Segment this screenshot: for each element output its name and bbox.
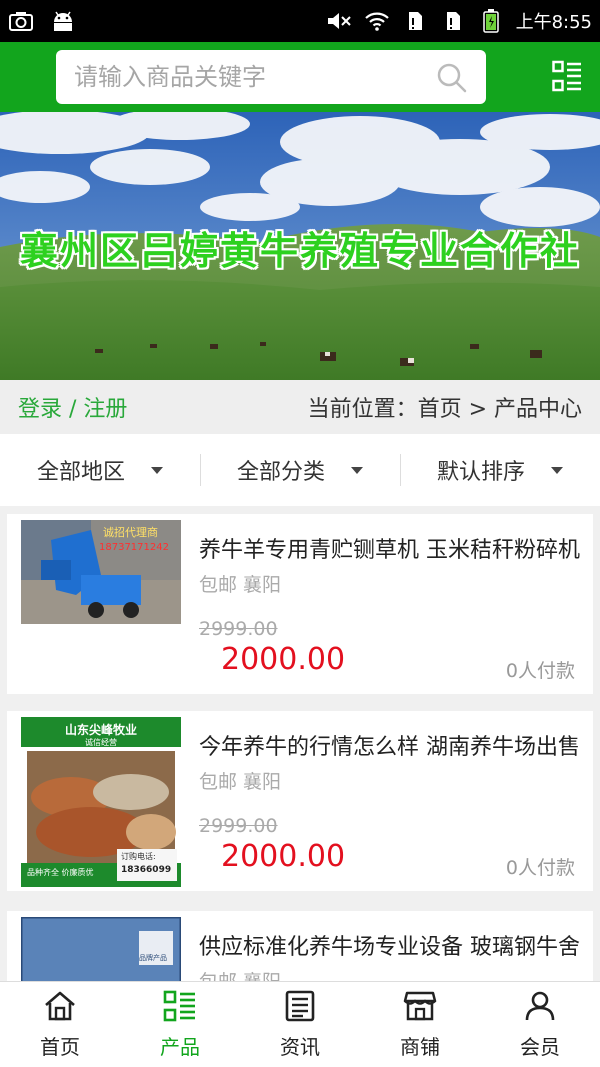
filter-region[interactable]: 全部地区: [0, 450, 200, 490]
thumb-caption: 诚招代理商: [103, 526, 158, 539]
store-icon: [403, 990, 437, 1027]
filter-sort-label: 默认排序: [436, 460, 525, 485]
thumb-caption: 品牌产品: [139, 954, 167, 962]
wifi-icon: [364, 10, 390, 32]
nav-home[interactable]: 首页: [0, 982, 120, 1067]
nav-member-label: 会员: [520, 1034, 560, 1059]
nav-store[interactable]: 商铺: [360, 982, 480, 1067]
mute-icon: [326, 10, 352, 32]
sim1-icon: [402, 10, 428, 32]
product-price: 2000.00: [221, 642, 346, 677]
search-input[interactable]: [74, 63, 424, 91]
product-image: 品牌产品: [21, 917, 181, 981]
caret-down-icon: [351, 466, 363, 474]
product-list: 诚招代理商 18737171242 养牛羊专用青贮铡草机 玉米秸秆粉碎机 包邮 …: [0, 506, 600, 981]
product-title[interactable]: 供应标准化养牛场专业设备 玻璃钢牛舍: [199, 929, 583, 961]
product-card[interactable]: 诚招代理商 18737171242 养牛羊专用青贮铡草机 玉米秸秆粉碎机 包邮 …: [7, 514, 593, 694]
filter-category[interactable]: 全部分类: [200, 450, 400, 490]
product-meta: 包邮 襄阳: [199, 967, 281, 981]
product-card[interactable]: 山东尖峰牧业 诚信经营 品种齐全 价廉质优 订购电话: 18366099 今年养…: [7, 711, 593, 891]
location-bar: 登录 / 注册 当前位置：首页 > 产品中心: [0, 380, 600, 434]
breadcrumb: 当前位置：首页 > 产品中心: [307, 397, 582, 422]
nav-news[interactable]: 资讯: [240, 982, 360, 1067]
app-header: [0, 42, 600, 112]
product-paid-count: 0人付款: [505, 857, 575, 879]
filter-region-label: 全部地区: [36, 460, 125, 485]
search-icon[interactable]: [436, 62, 468, 98]
member-icon: [523, 990, 557, 1027]
product-original-price: 2999.00: [199, 618, 278, 640]
status-bar: 上午8:55: [0, 0, 600, 42]
nav-home-label: 首页: [40, 1034, 80, 1059]
nav-news-label: 资讯: [280, 1034, 320, 1059]
login-register-link[interactable]: 登录 / 注册: [18, 391, 127, 423]
caret-down-icon: [551, 466, 563, 474]
product-title[interactable]: 今年养牛的行情怎么样 湖南养牛场出售: [199, 729, 583, 761]
nav-store-label: 商铺: [400, 1034, 440, 1059]
battery-icon: [478, 9, 504, 33]
nav-member[interactable]: 会员: [480, 982, 600, 1067]
category-menu-icon[interactable]: [552, 60, 582, 96]
bottom-nav: 首页 产品 资讯 商铺 会员: [0, 981, 600, 1067]
banner[interactable]: 襄州区吕婷黄牛养殖专业合作社: [0, 112, 600, 380]
filter-sort[interactable]: 默认排序: [400, 450, 600, 490]
android-icon: [50, 10, 76, 32]
product-paid-count: 0人付款: [505, 660, 575, 682]
thumb-caption: 诚信经营: [85, 738, 117, 747]
thumb-caption: 订购电话:: [121, 852, 156, 861]
product-meta: 包邮 襄阳: [199, 574, 282, 596]
product-original-price: 2999.00: [199, 815, 278, 837]
product-image: 诚招代理商 18737171242: [21, 520, 181, 624]
thumb-caption: 18737171242: [99, 542, 169, 553]
thumb-caption: 品种齐全 价廉质优: [27, 868, 94, 877]
thumb-caption: 18366099: [121, 865, 172, 875]
products-icon: [163, 990, 197, 1027]
search-box[interactable]: [56, 50, 486, 104]
news-icon: [283, 990, 317, 1027]
product-title[interactable]: 养牛羊专用青贮铡草机 玉米秸秆粉碎机: [199, 532, 583, 564]
nav-products-label: 产品: [160, 1034, 200, 1059]
product-card[interactable]: 品牌产品 供应标准化养牛场专业设备 玻璃钢牛舍 包邮 襄阳: [7, 911, 593, 981]
product-price: 2000.00: [221, 839, 346, 874]
thumb-caption: 山东尖峰牧业: [64, 723, 137, 737]
sim2-icon: [440, 10, 466, 32]
camera-icon: [8, 10, 34, 32]
nav-products[interactable]: 产品: [120, 982, 240, 1067]
product-image: 山东尖峰牧业 诚信经营 品种齐全 价廉质优 订购电话: 18366099: [21, 717, 181, 887]
home-icon: [43, 990, 77, 1027]
caret-down-icon: [151, 466, 163, 474]
filter-bar: 全部地区 全部分类 默认排序: [0, 434, 600, 506]
filter-category-label: 全部分类: [236, 460, 325, 485]
banner-title: 襄州区吕婷黄牛养殖专业合作社: [19, 228, 580, 273]
status-time: 上午8:55: [515, 12, 592, 33]
product-meta: 包邮 襄阳: [199, 771, 282, 793]
